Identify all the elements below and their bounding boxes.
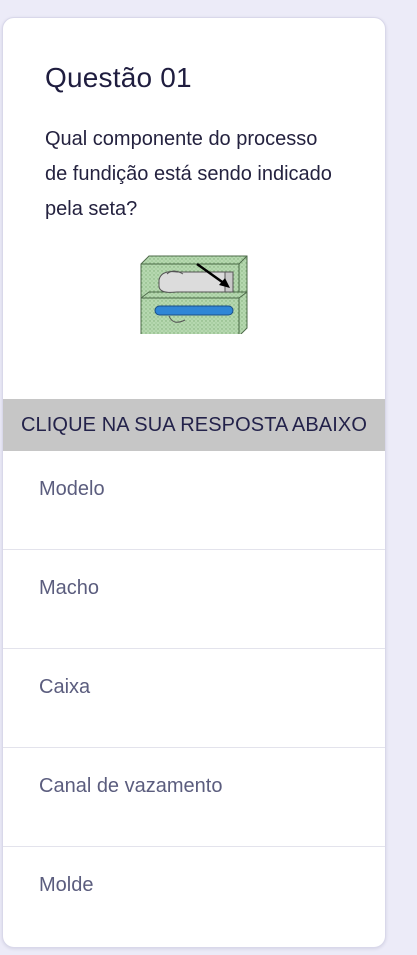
answer-option-label: Canal de vazamento bbox=[39, 775, 223, 797]
casting-mold-illustration bbox=[140, 255, 248, 334]
question-card: Questão 01 Qual componente do processo d… bbox=[2, 17, 386, 948]
answer-option-label: Modelo bbox=[39, 478, 105, 500]
answer-option-canal-de-vazamento[interactable]: Canal de vazamento bbox=[3, 748, 385, 847]
answer-option-modelo[interactable]: Modelo bbox=[3, 451, 385, 550]
answer-instruction-banner: CLIQUE NA SUA RESPOSTA ABAIXO bbox=[3, 399, 385, 451]
answer-option-macho[interactable]: Macho bbox=[3, 550, 385, 649]
question-title: Questão 01 bbox=[45, 62, 192, 93]
answer-option-label: Molde bbox=[39, 874, 94, 896]
question-text: Qual componente do processo de fundição … bbox=[45, 128, 332, 220]
answer-option-label: Caixa bbox=[39, 676, 91, 698]
answer-option-label: Macho bbox=[39, 577, 100, 599]
answer-option-caixa[interactable]: Caixa bbox=[3, 649, 385, 748]
answer-list: Modelo Macho Caixa Canal de vazamento Mo… bbox=[3, 451, 385, 945]
answer-option-molde[interactable]: Molde bbox=[3, 847, 385, 945]
